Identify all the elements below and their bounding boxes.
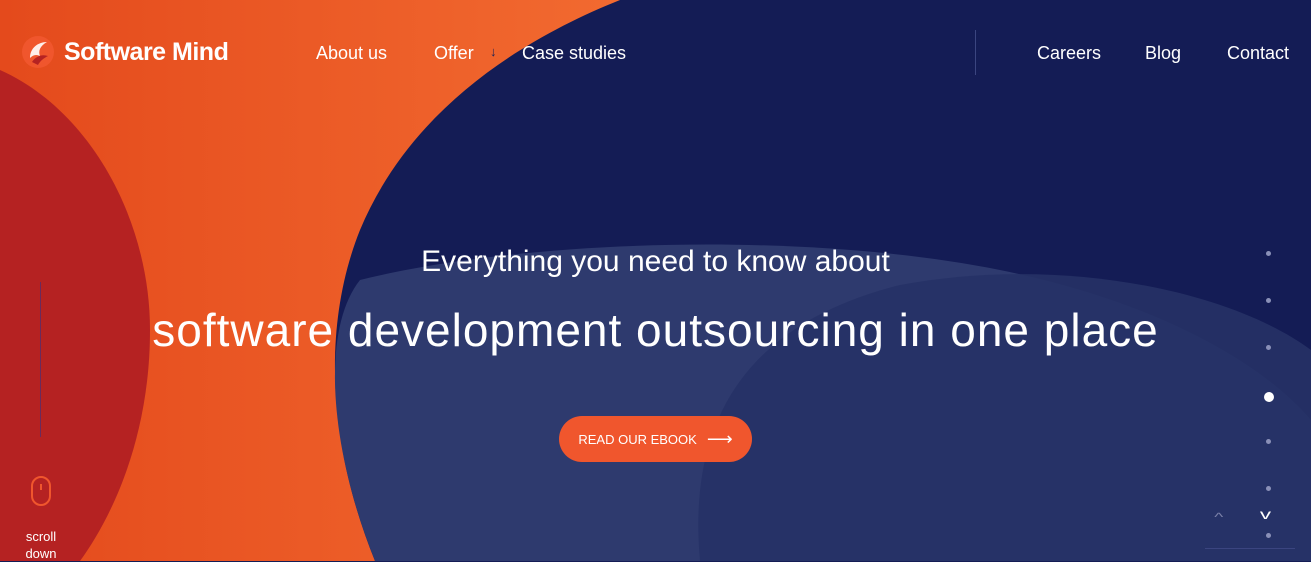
offer-dropdown-arrow-icon[interactable]: ↓	[490, 44, 497, 59]
slider-dot[interactable]	[1266, 486, 1271, 491]
scroll-down-text[interactable]: scroll down	[12, 528, 70, 562]
nav-blog[interactable]: Blog	[1145, 43, 1181, 64]
slider-divider	[1205, 548, 1295, 549]
chevron-up-icon[interactable]: ^	[1214, 510, 1223, 524]
nav-contact[interactable]: Contact	[1227, 43, 1289, 64]
slider-dot[interactable]	[1266, 345, 1271, 350]
mouse-icon[interactable]	[31, 476, 51, 506]
scroll-indicator-line	[40, 282, 41, 437]
nav-case-studies[interactable]: Case studies	[522, 43, 626, 64]
hero-title: software development outsourcing in one …	[152, 304, 1159, 356]
nav-careers[interactable]: Careers	[1037, 43, 1101, 64]
slider-dot[interactable]	[1266, 298, 1271, 303]
chevron-down-icon[interactable]: v	[1260, 506, 1271, 522]
slider-dot[interactable]	[1266, 439, 1271, 444]
arrow-right-icon: ⟶	[706, 428, 733, 449]
slider-dot[interactable]	[1266, 533, 1271, 538]
read-ebook-button[interactable]: READ OUR EBOOK ⟶	[559, 416, 752, 462]
slider-dot[interactable]	[1266, 251, 1271, 256]
nav-divider	[975, 30, 976, 75]
hero-background	[0, 0, 1311, 561]
flame-logo-icon	[22, 36, 54, 68]
nav-about-us[interactable]: About us	[316, 43, 387, 64]
slider-dot[interactable]	[1264, 392, 1274, 402]
hero-subtitle: Everything you need to know about	[421, 245, 890, 278]
read-ebook-label: READ OUR EBOOK	[578, 431, 697, 447]
brand-logo[interactable]: Software Mind	[20, 34, 229, 70]
nav-offer[interactable]: Offer	[434, 43, 474, 64]
brand-name: Software Mind	[64, 37, 229, 66]
